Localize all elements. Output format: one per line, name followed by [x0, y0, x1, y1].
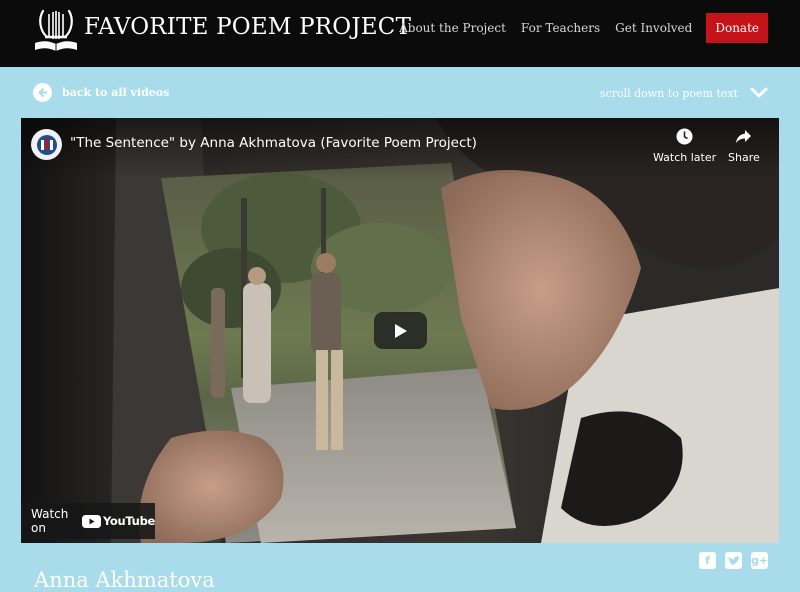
play-icon — [394, 323, 407, 338]
watch-later-label: Watch later — [653, 151, 717, 164]
back-label[interactable]: back to all videos — [62, 86, 169, 99]
site-header: FAVORITE POEM PROJECT About the Project … — [0, 0, 800, 67]
scroll-to-poem-link[interactable]: scroll down to poem text — [600, 84, 768, 103]
arrow-left-icon[interactable] — [33, 83, 52, 102]
site-title[interactable]: FAVORITE POEM PROJECT — [84, 14, 411, 40]
chevron-down-icon[interactable] — [750, 84, 768, 103]
share-label: Share — [728, 151, 760, 164]
share-icon — [736, 130, 752, 143]
video-title[interactable]: "The Sentence" by Anna Akhmatova (Favori… — [70, 135, 477, 151]
youtube-label: YouTube — [102, 514, 155, 528]
clock-icon — [676, 128, 693, 145]
watch-later-button[interactable]: Watch later — [653, 128, 716, 164]
google-plus-icon[interactable]: g+ — [751, 552, 768, 569]
back-to-videos-link[interactable]: back to all videos — [33, 83, 169, 102]
nav-get-involved[interactable]: Get Involved — [615, 21, 692, 35]
twitter-icon[interactable] — [725, 552, 742, 569]
channel-avatar[interactable] — [31, 129, 62, 160]
main-nav: About the Project For Teachers Get Invol… — [384, 12, 768, 43]
watch-on-youtube-button[interactable]: Watch on YouTube — [21, 503, 155, 539]
lyre-book-icon[interactable] — [33, 5, 79, 53]
donate-button[interactable]: Donate — [706, 12, 768, 43]
play-button[interactable] — [374, 312, 427, 349]
poet-name: Anna Akhmatova — [34, 568, 215, 592]
watch-on-label: Watch on — [31, 507, 69, 535]
share-button[interactable]: Share — [728, 128, 760, 164]
nav-teachers[interactable]: For Teachers — [521, 21, 600, 35]
social-share: f g+ — [690, 552, 768, 569]
nav-about[interactable]: About the Project — [399, 21, 506, 35]
facebook-icon[interactable]: f — [699, 552, 716, 569]
youtube-logo-icon: YouTube — [81, 514, 155, 528]
video-player[interactable]: "The Sentence" by Anna Akhmatova (Favori… — [21, 118, 779, 543]
scroll-label[interactable]: scroll down to poem text — [600, 87, 738, 100]
